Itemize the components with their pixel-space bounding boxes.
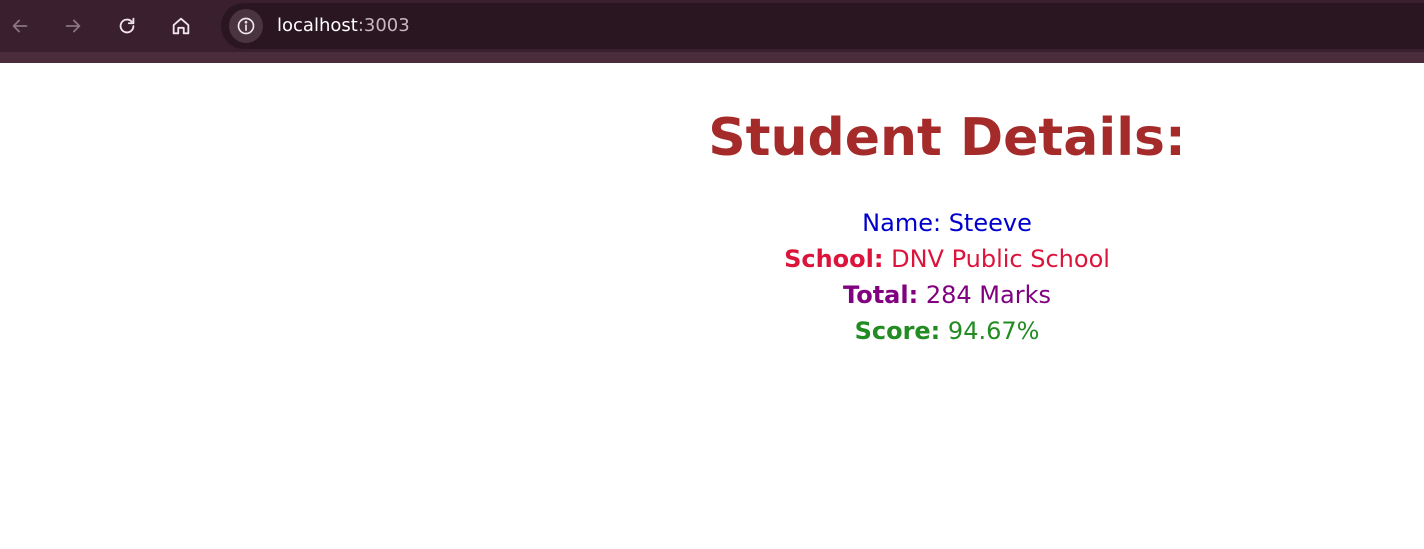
url-port: :3003 [357, 15, 410, 36]
name-value: Steeve [948, 209, 1032, 237]
info-icon [237, 17, 255, 35]
url-host: localhost [277, 15, 358, 36]
forward-button[interactable] [55, 8, 91, 44]
forward-arrow-icon [65, 19, 81, 33]
score-label: Score: [854, 317, 941, 345]
page-content: Student Details: Name: Steeve School: DN… [470, 63, 1424, 349]
name-row: Name: Steeve [470, 205, 1424, 241]
total-label: Total: [843, 281, 919, 309]
page-title: Student Details: [708, 108, 1186, 168]
home-button[interactable] [163, 8, 199, 44]
browser-toolbar: localhost:3003 [0, 0, 1424, 52]
address-bar[interactable]: localhost:3003 [221, 3, 1424, 49]
school-value: DNV Public School [891, 245, 1110, 273]
score-row: Score: 94.67% [470, 313, 1424, 349]
total-value: 284 Marks [925, 281, 1051, 309]
school-row: School: DNV Public School [470, 241, 1424, 277]
back-button[interactable] [2, 8, 38, 44]
home-icon [172, 17, 190, 35]
reload-button[interactable] [109, 8, 145, 44]
school-label: School: [784, 245, 884, 273]
total-row: Total: 284 Marks [470, 277, 1424, 313]
score-value: 94.67% [947, 317, 1040, 345]
toolbar-divider [0, 52, 1424, 63]
site-info-button[interactable] [229, 9, 263, 43]
reload-icon [119, 17, 135, 34]
back-arrow-icon [12, 19, 28, 33]
student-details: Name: Steeve School: DNV Public School T… [470, 205, 1424, 349]
name-label: Name: [862, 209, 942, 237]
url-text[interactable]: localhost:3003 [277, 15, 410, 36]
